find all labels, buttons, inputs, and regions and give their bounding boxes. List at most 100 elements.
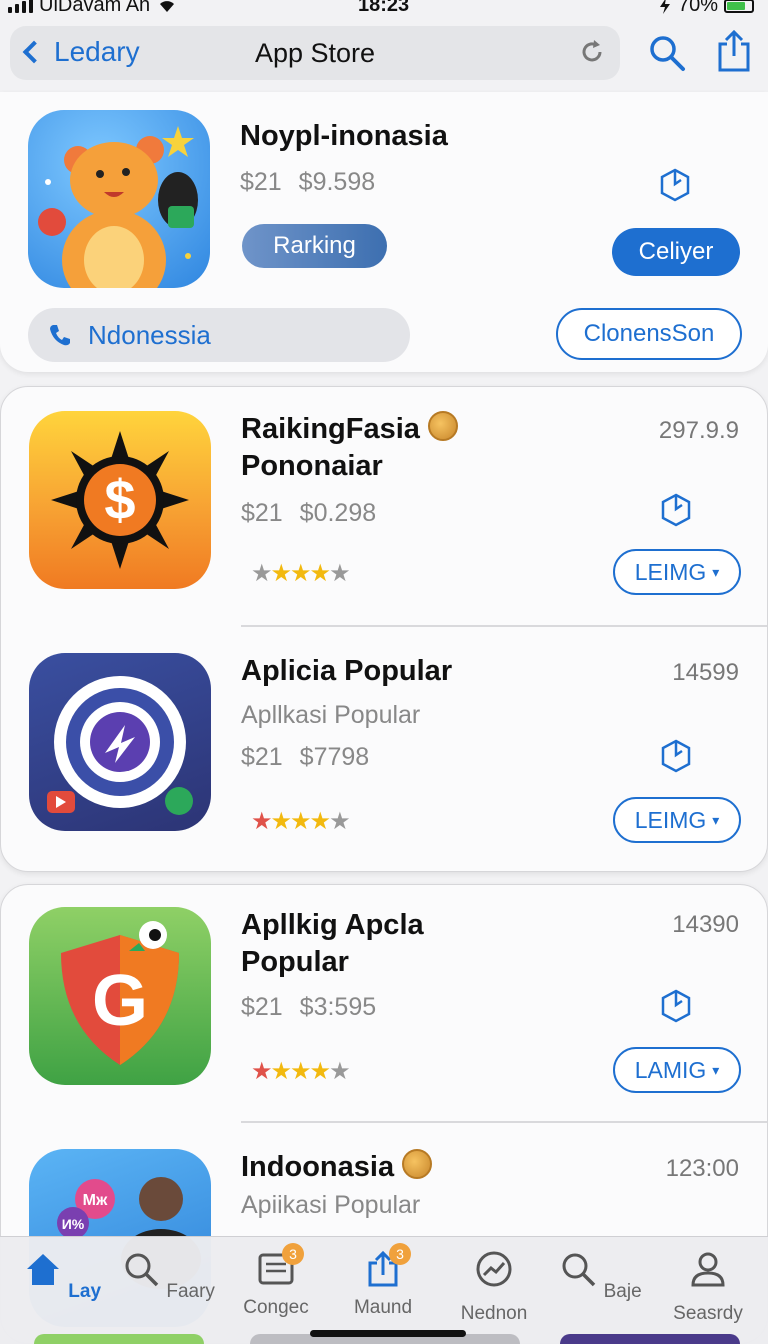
app-price: $21 $7798 [241, 743, 369, 772]
tab-label: Seasrdy [673, 1303, 743, 1324]
svg-text:G: G [92, 961, 148, 1041]
icon-bubble-text-a: Mж [83, 1192, 108, 1209]
app-icon-coin[interactable]: $ [29, 411, 211, 589]
app-icon-swirl[interactable] [29, 653, 211, 831]
featured-app-card: Noypl-inonasia $21 $9.598 Rarking Celiye… [0, 92, 768, 372]
download-icon[interactable] [660, 168, 690, 202]
divider [241, 625, 767, 627]
app-price: $21 $0.298 [241, 499, 376, 528]
chevron-down-icon: ▾ [712, 1061, 720, 1078]
tab-baje[interactable]: Baje [550, 1249, 650, 1303]
download-count: 123:00 [665, 1155, 739, 1182]
notification-badge: 3 [282, 1243, 304, 1265]
app-name: Apllkig Apcla Popular [241, 907, 621, 981]
download-count: 14390 [672, 911, 739, 938]
price-a: $21 [241, 993, 283, 1021]
featured-app-name: Noypl-inonasia [240, 120, 448, 152]
app-icon-bear[interactable] [28, 110, 210, 288]
download-count: 297.9.9 [658, 417, 739, 444]
trend-icon [476, 1251, 512, 1287]
price-b: $7798 [299, 743, 370, 771]
download-icon[interactable] [661, 493, 691, 527]
tab-bar: Lay Faary 3 Congec 3 Maund Nednon Baje S… [0, 1236, 768, 1344]
divider [241, 1121, 767, 1123]
clone-button[interactable]: ClonensSon [556, 308, 742, 360]
svg-text:$: $ [104, 468, 135, 531]
signal-icon [8, 0, 33, 13]
magnifier-icon [562, 1253, 596, 1287]
download-icon[interactable] [661, 739, 691, 773]
tab-maund[interactable]: 3 Maund [333, 1243, 433, 1319]
app-subtitle: Apiikasi Popular [241, 1191, 421, 1219]
reload-icon[interactable] [578, 38, 606, 66]
chevron-down-icon: ▾ [712, 811, 720, 828]
get-button-label: LEIMG [634, 806, 707, 833]
tab-label: Maund [353, 1297, 413, 1318]
clock: 18:23 [358, 0, 410, 16]
tab-congec[interactable]: 3 Congec [226, 1243, 326, 1319]
star-rating: ★★★★★ [251, 560, 351, 587]
tab-lay[interactable]: Lay [12, 1249, 112, 1303]
app-subtitle: Apllkasi Popular [241, 701, 421, 729]
get-button[interactable]: LAMIG ▾ [613, 1047, 741, 1093]
coin-badge-icon [402, 1149, 433, 1180]
app-name-line1: RaikingFasia [241, 413, 420, 445]
download-count: 14599 [672, 659, 739, 686]
app-name-line2: Pononaiar [241, 450, 383, 482]
app-icon-shield[interactable]: G [29, 907, 211, 1085]
chevron-down-icon: ▾ [712, 563, 720, 580]
app-name-line1: Indoonasia [241, 1151, 395, 1183]
deliver-button[interactable]: Celiyer [612, 228, 740, 276]
price-b: $3:595 [299, 993, 377, 1021]
get-button[interactable]: LEIMG ▾ [613, 797, 741, 843]
phone-field[interactable]: Ndonessia [28, 308, 410, 362]
wifi-icon [160, 0, 175, 12]
icon-bubble-text-b: И% [62, 1216, 85, 1232]
price-b: $0.298 [299, 499, 377, 527]
price-a: $21 [240, 168, 282, 196]
featured-price: $21 $9.598 [240, 168, 375, 197]
app-name: Aplicia Popular [241, 655, 453, 687]
search-icon [125, 1253, 159, 1287]
app-name: Indoonasia [241, 1149, 621, 1186]
phone-label: Ndonessia [88, 319, 211, 350]
search-icon[interactable] [648, 34, 686, 72]
battery-percent: 70% [677, 0, 718, 16]
notification-badge: 3 [389, 1243, 411, 1265]
navigation-bar: Ledary App Store [10, 26, 620, 80]
home-indicator[interactable] [310, 1330, 466, 1337]
star-rating: ★★★★★ [251, 808, 351, 835]
star-rating: ★★★★★ [251, 1058, 351, 1085]
charging-icon [659, 0, 670, 14]
home-icon [26, 1254, 59, 1285]
battery-icon [724, 0, 754, 13]
download-icon[interactable] [661, 989, 691, 1023]
app-name-line1: Apllkig Apcla [241, 909, 424, 941]
get-button[interactable]: LEIMG ▾ [613, 549, 741, 595]
tab-faary[interactable]: Faary [118, 1249, 218, 1303]
coin-badge-icon [427, 411, 458, 442]
page-title: App Store [254, 38, 376, 68]
share-icon[interactable] [716, 30, 752, 72]
get-button-label: LEIMG [634, 558, 707, 585]
price-a: $21 [241, 743, 283, 771]
peek-item [560, 1334, 740, 1344]
ranking-button[interactable]: Rarking [242, 224, 387, 268]
person-icon [691, 1252, 725, 1287]
tab-label: Baje [603, 1281, 642, 1302]
get-button-label: LAMIG [634, 1056, 707, 1083]
tab-label: Lay [68, 1281, 102, 1302]
tab-nednon[interactable]: Nednon [444, 1249, 544, 1325]
tab-label: Congec [243, 1297, 309, 1318]
status-bar: UiDavam An 18:23 70% [0, 0, 768, 18]
carrier-label: UiDavam An [39, 0, 151, 16]
price-a: $21 [241, 499, 283, 527]
tab-seasrdy[interactable]: Seasrdy [658, 1249, 758, 1325]
peek-item [34, 1334, 204, 1344]
price-b: $9.598 [298, 168, 376, 196]
tab-label: Nednon [460, 1303, 528, 1324]
app-list-card: $ RaikingFasia Pononaiar 297.9.9 $21 $0.… [0, 386, 768, 872]
app-name-line2: Popular [241, 946, 349, 978]
app-name: RaikingFasia Pononaiar [241, 411, 621, 485]
phone-icon [50, 325, 70, 346]
